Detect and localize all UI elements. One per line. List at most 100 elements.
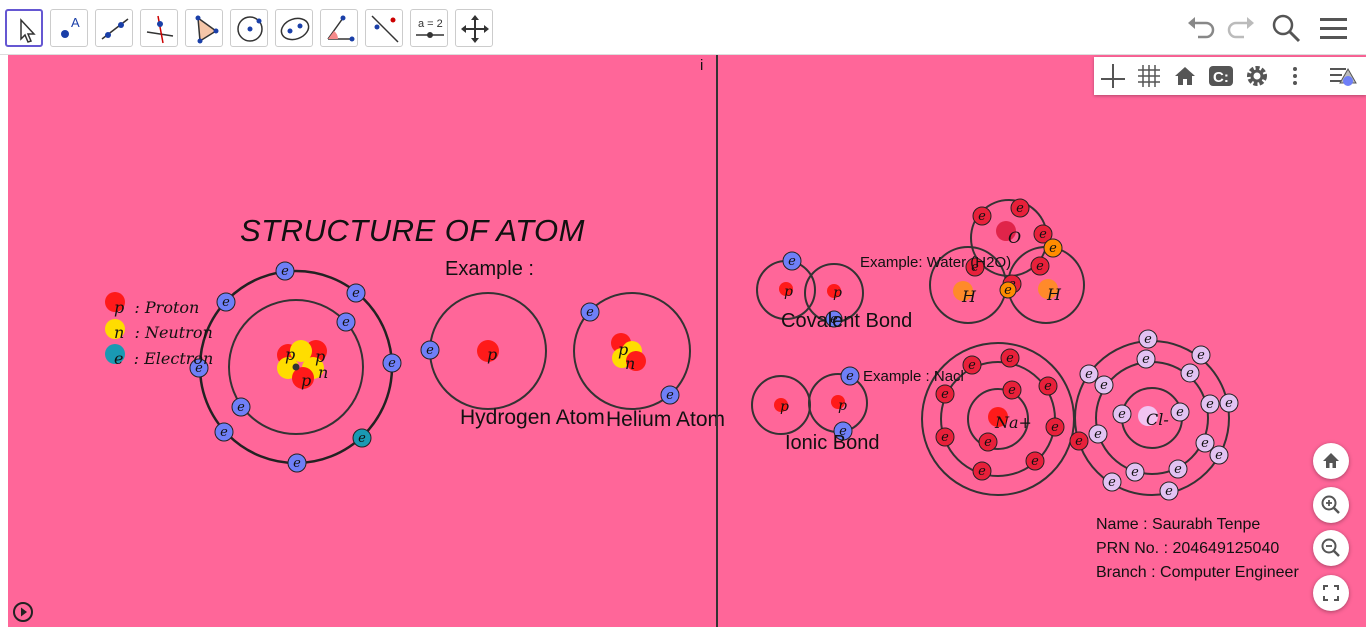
electron-label: e [1186, 366, 1194, 381]
chlorine-label: Cl- [1146, 410, 1169, 429]
slider-tool[interactable]: a = 2 [410, 9, 448, 47]
nacl-example-label: Example : Nacl [863, 368, 964, 385]
more-button[interactable] [1280, 61, 1310, 91]
zoom-out-icon [1321, 538, 1340, 557]
nucleus-proton-label: p [285, 345, 296, 364]
point-tool[interactable]: A [50, 9, 88, 47]
move-graphics-view-tool[interactable] [455, 9, 493, 47]
circle-tool-icon [237, 16, 263, 42]
redo-button[interactable] [1222, 10, 1258, 46]
electron-label: e [222, 295, 230, 310]
grid-button[interactable] [1134, 61, 1164, 91]
electron-label: e [968, 358, 976, 373]
electron-label: e [1044, 379, 1052, 394]
electron-label: e [358, 431, 366, 446]
helium-neutron-label: n [625, 354, 636, 373]
electron-label: e [788, 254, 796, 269]
undo-button[interactable] [1184, 10, 1220, 46]
reflect-tool[interactable] [365, 9, 403, 47]
electron-label: e [426, 343, 434, 358]
play-icon [13, 602, 33, 622]
ellipse-tool[interactable] [275, 9, 313, 47]
redo-icon [1227, 17, 1254, 39]
electron-label: e [1142, 352, 1150, 367]
more-vertical-icon [1293, 67, 1297, 85]
perpendicular-line-tool[interactable] [140, 9, 178, 47]
home-button[interactable] [1170, 61, 1200, 91]
slider-tool-text: a = 2 [418, 18, 443, 30]
electron-label: e [1094, 427, 1102, 442]
electron-label: e [1075, 434, 1083, 449]
style-bar-toggle[interactable] [1328, 61, 1358, 91]
helium-atom-label: Helium Atom [606, 408, 726, 431]
electron-label: e [666, 388, 674, 403]
oxygen-label: O [1008, 228, 1022, 247]
zoom-in-button[interactable] [1313, 487, 1349, 523]
angle-tool[interactable] [320, 9, 358, 47]
move-tool[interactable] [5, 9, 43, 47]
electron-label: e [220, 425, 228, 440]
nucleus-center [292, 363, 300, 371]
electron-label: e [984, 435, 992, 450]
gear-icon [1247, 66, 1267, 86]
legend-symbol: n [114, 323, 125, 342]
hydrogen-atom-label: Hydrogen Atom [460, 406, 605, 429]
search-button[interactable] [1268, 10, 1304, 46]
snap-icon: C: [1209, 66, 1233, 86]
electron-label: e [293, 456, 301, 471]
play-button[interactable] [12, 601, 34, 623]
point-tool-text: A [71, 15, 80, 30]
line-tool-icon [101, 18, 129, 40]
view-divider[interactable] [716, 55, 718, 627]
electron-label: e [388, 356, 396, 371]
hydrogen-label-right: H [1047, 285, 1061, 304]
settings-button[interactable] [1242, 61, 1272, 91]
slider-tool-icon: a = 2 [416, 18, 444, 38]
ionic-proton-label: p [838, 398, 847, 414]
graphics-view[interactable]: eeeeeeeeeeeeeeeeeeeeeeeeeeeeeeeeeeeeeeee… [8, 55, 1366, 627]
electron-label: e [941, 430, 949, 445]
electron-label: e [1176, 405, 1184, 420]
search-icon [1272, 14, 1301, 43]
perpendicular-line-tool-icon [146, 15, 174, 44]
electron-label: e [281, 264, 289, 279]
axes-icon [1101, 64, 1125, 88]
home-view-button[interactable] [1313, 443, 1349, 479]
electron-label: e [352, 286, 360, 301]
menu-icon [1320, 18, 1347, 39]
grid-icon [1138, 65, 1160, 87]
electron-label: e [1108, 475, 1116, 490]
legend-text: : Neutron [134, 323, 213, 342]
zoom-out-button[interactable] [1313, 530, 1349, 566]
fullscreen-button[interactable] [1313, 575, 1349, 611]
electron-label: e [1225, 396, 1233, 411]
snap-button[interactable]: C: [1206, 61, 1236, 91]
electron-label: e [1206, 397, 1214, 412]
polygon-tool[interactable] [185, 9, 223, 47]
author-branch: Branch : Computer Engineer [1096, 564, 1299, 581]
line-tool[interactable] [95, 9, 133, 47]
electron-label: e [1165, 484, 1173, 499]
undo-icon [1188, 17, 1215, 39]
nucleus-proton-label: p [301, 371, 312, 390]
circle-tool[interactable] [230, 9, 268, 47]
example-label: Example : [445, 258, 534, 280]
electron-label: e [1039, 227, 1047, 242]
axes-button[interactable] [1098, 61, 1128, 91]
legend-proton: p : Proton [114, 298, 199, 317]
legend-symbol: p [114, 298, 125, 317]
ionic-bond-label: Ionic Bond [785, 432, 880, 454]
menu-button[interactable] [1316, 10, 1352, 46]
electron-label: e [1051, 420, 1059, 435]
electron-label: e [978, 209, 986, 224]
nucleus-neutron-label: n [318, 363, 329, 382]
author-name: Name : Saurabh Tenpe [1096, 516, 1261, 533]
author-prn: PRN No. : 204649125040 [1096, 540, 1280, 557]
electron-label: e [978, 464, 986, 479]
electron-label: e [1004, 283, 1012, 298]
zoom-in-icon [1321, 495, 1340, 514]
electron-label: e [1008, 383, 1016, 398]
electron-label: e [1085, 367, 1093, 382]
home-view-icon [1323, 453, 1339, 468]
electron-label: e [941, 387, 949, 402]
